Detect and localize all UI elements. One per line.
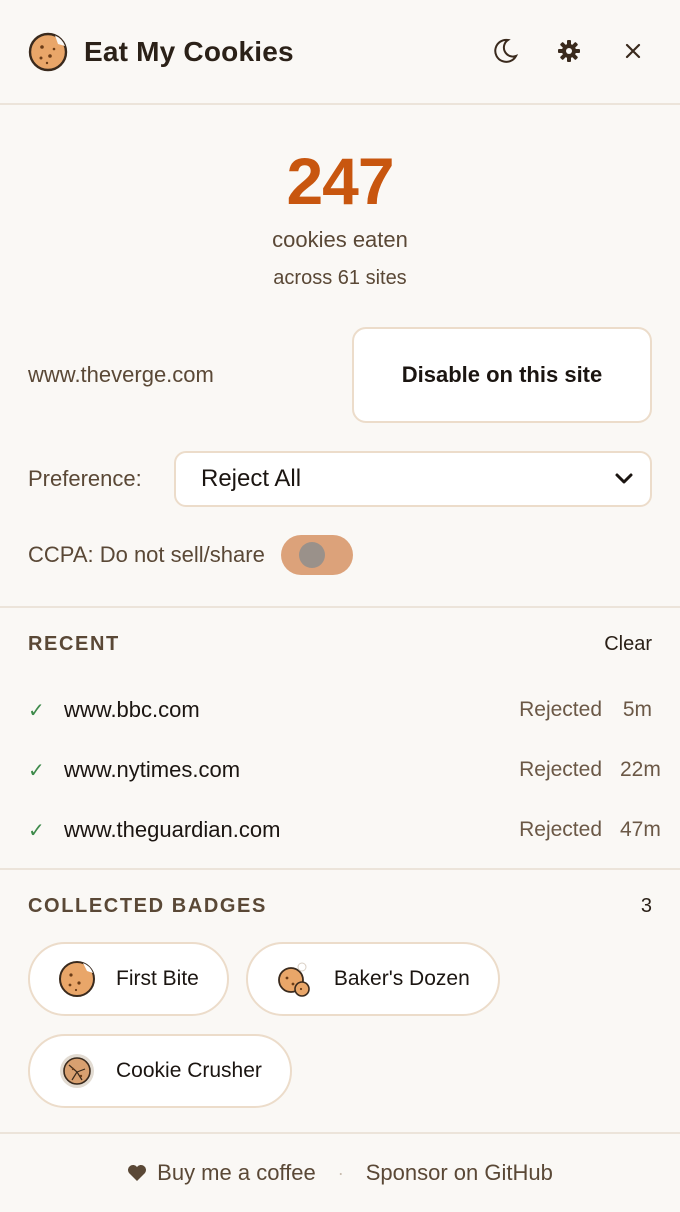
cookie-count-label: cookies eaten bbox=[272, 227, 408, 252]
check-icon: ✓ bbox=[28, 699, 45, 722]
recent-status: Rejected bbox=[519, 758, 602, 781]
badges-count: 3 bbox=[640, 894, 652, 917]
ccpa-toggle-knob bbox=[298, 542, 325, 568]
cookies-stack-icon bbox=[277, 962, 310, 997]
buy-coffee-label: Buy me a coffee bbox=[157, 1160, 316, 1185]
recent-domain: www.theguardian.com bbox=[64, 817, 281, 842]
recent-section: RECENT Clear ✓ www.bbc.com Rejected 5m ✓… bbox=[0, 608, 680, 860]
badges-title: COLLECTED BADGES bbox=[28, 894, 267, 917]
ccpa-toggle[interactable] bbox=[280, 535, 353, 575]
list-item: ✓ www.bbc.com Rejected 5m bbox=[28, 680, 652, 740]
buy-coffee-link[interactable]: Buy me a coffee bbox=[127, 1160, 316, 1186]
cookie-logo-icon bbox=[28, 32, 68, 71]
close-button[interactable] bbox=[616, 34, 650, 68]
current-site-domain: www.theverge.com bbox=[28, 362, 214, 387]
chevron-down-icon bbox=[615, 473, 633, 484]
badge-label: Baker's Dozen bbox=[333, 967, 470, 990]
recent-domain: www.nytimes.com bbox=[64, 757, 241, 782]
recent-title: RECENT bbox=[28, 632, 120, 655]
cookie-bite-icon bbox=[59, 961, 95, 997]
recent-time: 47m bbox=[620, 818, 661, 841]
list-item: ✓ www.theguardian.com Rejected 47m bbox=[28, 800, 661, 860]
recent-domain: www.bbc.com bbox=[64, 697, 200, 722]
sponsor-github-link[interactable]: Sponsor on GitHub bbox=[366, 1160, 553, 1186]
sites-count-label: across 61 sites bbox=[273, 267, 407, 289]
heart-icon bbox=[128, 1165, 147, 1181]
check-icon: ✓ bbox=[28, 759, 45, 782]
badge-label: Cookie Crusher bbox=[116, 1059, 262, 1082]
recent-time: 5m bbox=[622, 698, 652, 721]
badge-grid: First Bite Baker's Dozen Cookie Crusher bbox=[28, 942, 652, 1126]
gear-icon bbox=[558, 40, 580, 62]
recent-status: Rejected bbox=[519, 818, 602, 841]
close-icon bbox=[625, 43, 641, 59]
badges-header: COLLECTED BADGES 3 bbox=[28, 870, 652, 942]
footer-separator: · bbox=[337, 1162, 344, 1183]
clear-recent-button[interactable]: Clear bbox=[604, 633, 652, 656]
theme-toggle-button[interactable] bbox=[488, 34, 522, 68]
header-actions bbox=[488, 34, 650, 68]
ccpa-row: CCPA: Do not sell/share bbox=[0, 533, 680, 577]
badge-cookie-crusher[interactable]: Cookie Crusher bbox=[28, 1034, 292, 1108]
badge-bakers-dozen[interactable]: Baker's Dozen bbox=[245, 942, 500, 1016]
app-title: Eat My Cookies bbox=[84, 35, 294, 67]
badge-label: First Bite bbox=[116, 967, 199, 990]
check-icon: ✓ bbox=[28, 819, 45, 842]
preference-select[interactable]: Reject All bbox=[174, 451, 652, 507]
recent-header: RECENT Clear bbox=[28, 608, 652, 680]
stats-panel: 247 cookies eaten across 61 sites bbox=[0, 105, 680, 327]
preference-row: Preference: Reject All bbox=[0, 451, 680, 507]
disable-on-site-button[interactable]: Disable on this site bbox=[352, 327, 652, 423]
cookie-count: 247 bbox=[286, 144, 394, 218]
preference-selected-value: Reject All bbox=[201, 465, 302, 492]
current-site-row: www.theverge.com Disable on this site bbox=[0, 327, 680, 423]
preference-label: Preference: bbox=[28, 466, 142, 491]
badge-first-bite[interactable]: First Bite bbox=[28, 942, 229, 1016]
settings-button[interactable] bbox=[552, 34, 586, 68]
list-item: ✓ www.nytimes.com Rejected 22m bbox=[28, 740, 661, 800]
header: Eat My Cookies bbox=[0, 0, 680, 105]
recent-status: Rejected bbox=[519, 698, 602, 721]
ccpa-label: CCPA: Do not sell/share bbox=[28, 542, 265, 567]
recent-time: 22m bbox=[620, 758, 661, 781]
moon-icon bbox=[494, 38, 519, 63]
badges-section: COLLECTED BADGES 3 First Bite Baker's Do… bbox=[0, 870, 680, 1126]
cookie-crushed-icon bbox=[60, 1054, 94, 1088]
footer: Buy me a coffee · Sponsor on GitHub bbox=[0, 1134, 680, 1212]
